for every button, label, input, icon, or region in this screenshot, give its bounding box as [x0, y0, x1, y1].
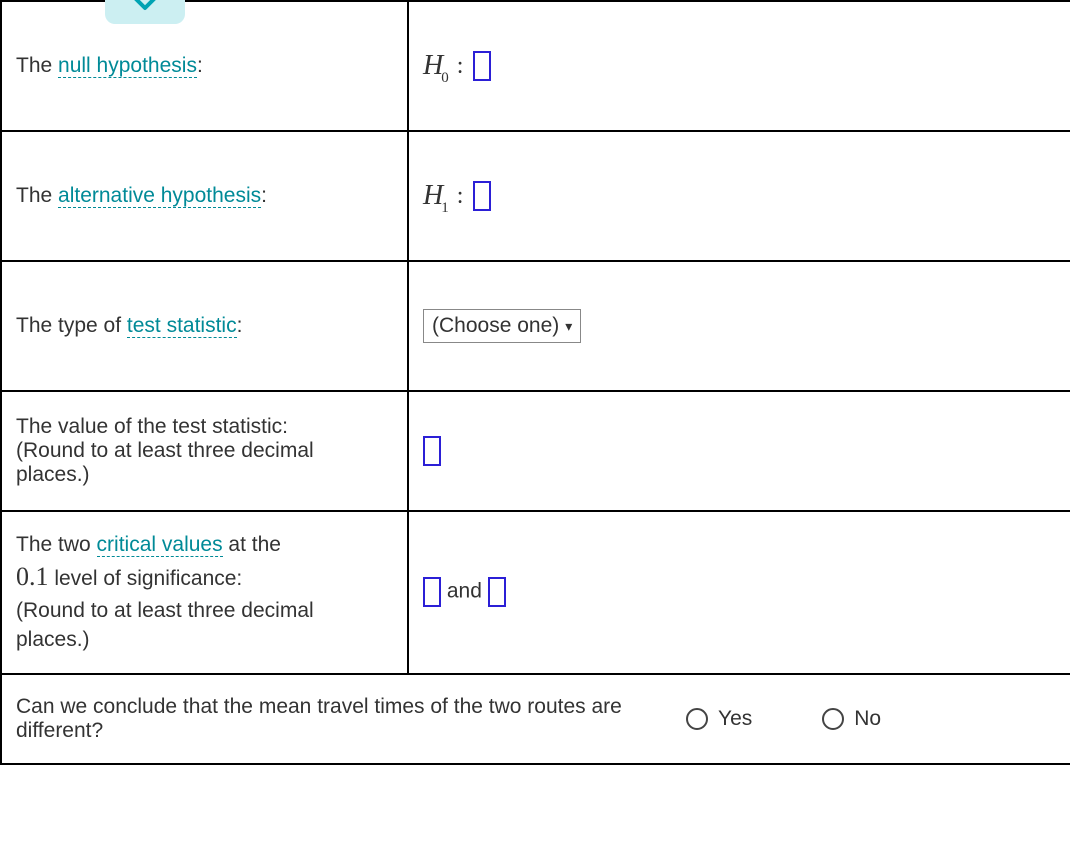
row-null-value: H0 :: [408, 1, 1070, 131]
h1-input[interactable]: [473, 181, 491, 211]
no-label: No: [854, 707, 881, 731]
colon: :: [451, 183, 474, 210]
row-alt-value: H1 :: [408, 131, 1070, 261]
radio-icon: [686, 708, 708, 730]
critical-value-1-input[interactable]: [423, 577, 441, 607]
select-label: (Choose one): [432, 314, 559, 338]
no-option[interactable]: No: [822, 707, 881, 731]
critical-value-2-input[interactable]: [488, 577, 506, 607]
row-alt-label: The alternative hypothesis:: [1, 131, 408, 261]
text: at the: [223, 533, 281, 556]
row-type-label: The type of test statistic:: [1, 261, 408, 391]
text: The two: [16, 533, 97, 556]
conclusion-question: Can we conclude that the mean travel tim…: [2, 675, 642, 763]
text: The type of: [16, 314, 127, 337]
yes-label: Yes: [718, 707, 752, 731]
test-statistic-select[interactable]: (Choose one) ▾: [423, 309, 581, 343]
null-hypothesis-link[interactable]: null hypothesis: [58, 54, 197, 78]
h1-symbol: H1: [423, 180, 451, 212]
significance-level: 0.1: [16, 562, 49, 591]
h0-input[interactable]: [473, 51, 491, 81]
hypothesis-test-table: The null hypothesis: H0 : The alternativ…: [0, 0, 1070, 765]
text: :: [237, 314, 243, 337]
alternative-hypothesis-link[interactable]: alternative hypothesis: [58, 184, 261, 208]
chevron-down-icon: [130, 0, 160, 13]
and-text: and: [447, 580, 488, 603]
text: The: [16, 184, 58, 207]
h0-symbol: H0: [423, 50, 451, 82]
text: The value of the test statistic:: [16, 415, 393, 439]
yes-option[interactable]: Yes: [686, 707, 752, 731]
radio-icon: [822, 708, 844, 730]
row-critical-label: The two critical values at the 0.1 level…: [1, 511, 408, 674]
text: (Round to at least three decimal places.…: [16, 439, 393, 487]
text: level of significance:: [49, 567, 243, 590]
chevron-down-icon: ▾: [565, 318, 572, 335]
critical-values-link[interactable]: critical values: [97, 533, 223, 557]
row-critical-inputs: and: [408, 511, 1070, 674]
text: :: [197, 54, 203, 77]
text: (Round to at least three decimal places.…: [16, 599, 314, 651]
text: The: [16, 54, 58, 77]
colon: :: [451, 53, 474, 80]
text: Can we conclude that the mean travel tim…: [16, 695, 622, 742]
row-value-input-cell: [408, 391, 1070, 511]
row-null-label: The null hypothesis:: [1, 1, 408, 131]
expand-toggle[interactable]: [105, 0, 185, 24]
test-statistic-value-input[interactable]: [423, 436, 441, 466]
row-value-label: The value of the test statistic: (Round …: [1, 391, 408, 511]
row-type-value: (Choose one) ▾: [408, 261, 1070, 391]
test-statistic-link[interactable]: test statistic: [127, 314, 237, 338]
conclusion-options: Yes No: [642, 675, 1070, 763]
text: :: [261, 184, 267, 207]
